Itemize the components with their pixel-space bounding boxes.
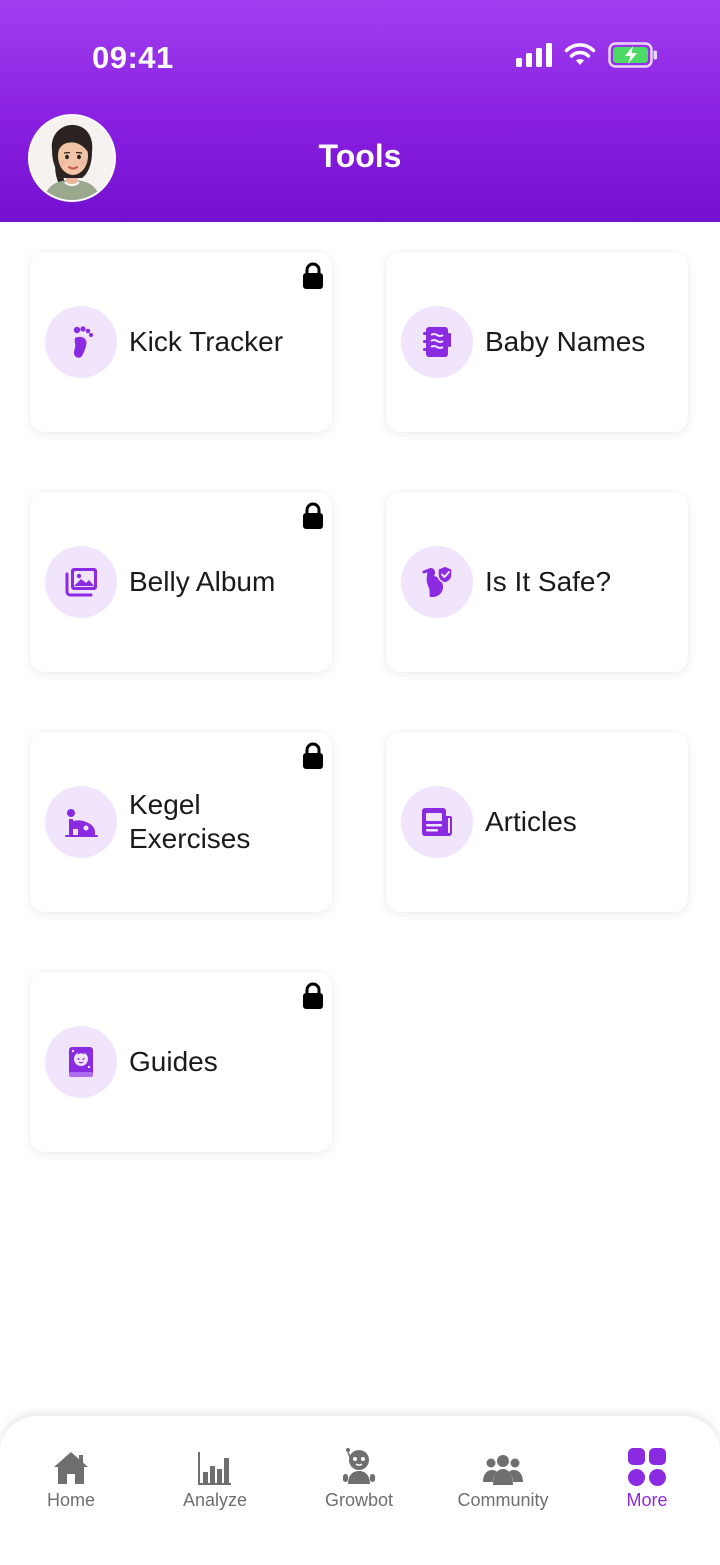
bar-chart-icon: [198, 1452, 231, 1485]
nav-analyze[interactable]: Analyze: [150, 1446, 280, 1511]
tool-label: Articles: [485, 806, 577, 837]
tool-card-kegel-exercises[interactable]: Kegel Exercises: [30, 732, 332, 912]
tool-label: Is It Safe?: [485, 566, 612, 597]
tool-card-baby-names[interactable]: Baby Names: [386, 252, 688, 432]
status-time: 09:41: [92, 40, 174, 75]
tool-card-articles[interactable]: Articles: [386, 732, 688, 912]
robot-icon: [343, 1448, 375, 1484]
kegel-exercise-icon: [65, 809, 98, 837]
home-icon: [54, 1452, 88, 1484]
status-icons: [516, 42, 658, 68]
tool-label: Belly Album: [129, 566, 276, 597]
newspaper-icon: [422, 808, 452, 836]
baby-guide-book-icon: [69, 1047, 93, 1077]
tool-label: Guides: [129, 1046, 218, 1077]
tool-label: Baby Names: [485, 326, 646, 357]
pregnant-shield-icon: [422, 565, 453, 597]
wifi-icon: [564, 43, 596, 65]
nav-label: Analyze: [182, 1490, 248, 1510]
photo-album-icon: [65, 568, 97, 597]
tool-label: Kick Tracker: [129, 326, 284, 357]
lock-icon: [303, 742, 323, 769]
grid-icon: [628, 1448, 666, 1486]
nav-label: More: [626, 1490, 668, 1510]
tool-card-belly-album[interactable]: Belly Album: [30, 492, 332, 672]
notebook-icon: [423, 327, 451, 357]
people-icon: [483, 1455, 523, 1485]
signal-icon: [516, 43, 552, 67]
bottom-navigation: Home Analyze Growbot Community More: [0, 1416, 720, 1565]
tool-card-kick-tracker[interactable]: Kick Tracker: [30, 252, 332, 432]
footprint-icon: [73, 326, 93, 358]
tool-label: Kegel Exercises: [129, 789, 251, 854]
tool-card-guides[interactable]: Guides: [30, 972, 332, 1152]
nav-growbot[interactable]: Growbot: [294, 1446, 424, 1511]
nav-label: Community: [457, 1490, 549, 1510]
battery-icon: [608, 42, 657, 68]
tool-card-is-it-safe[interactable]: Is It Safe?: [386, 492, 688, 672]
nav-label: Growbot: [324, 1490, 394, 1510]
page-title: Tools: [318, 138, 402, 174]
nav-label: Home: [46, 1490, 95, 1510]
nav-home[interactable]: Home: [6, 1446, 136, 1511]
tools-screen: 09:41 Tools Kick Tracker Baby Names Bell…: [0, 0, 720, 1565]
nav-community[interactable]: Community: [438, 1446, 568, 1511]
app-header: 09:41 Tools: [0, 0, 720, 222]
nav-more[interactable]: More: [582, 1446, 712, 1511]
